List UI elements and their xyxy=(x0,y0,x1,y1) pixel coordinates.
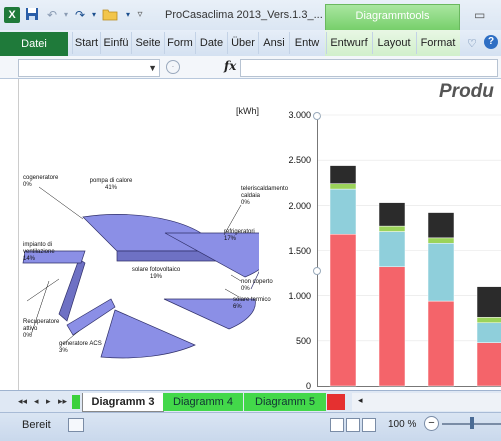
tab-developer[interactable]: Entw xyxy=(289,32,324,54)
excel-logo-icon[interactable]: X xyxy=(4,7,20,23)
bar-segment[interactable] xyxy=(329,183,357,190)
sheet-tab-diagramm-5[interactable]: Diagramm 5 xyxy=(244,393,326,411)
document-title: ProCasaclima 2013_Vers.1.3_... xyxy=(165,9,323,21)
prev-sheet-icon[interactable]: ◂ xyxy=(34,396,39,407)
tab-design[interactable]: Entwurf xyxy=(326,32,371,54)
next-sheet-icon[interactable]: ▸ xyxy=(46,396,51,407)
chart-area[interactable]: Produ [kWh] cogeneratore0% pompa di cal xyxy=(18,79,501,391)
tab-insert[interactable]: Einfü xyxy=(100,32,131,54)
bar-segment[interactable] xyxy=(427,237,455,244)
formula-input[interactable] xyxy=(240,59,498,77)
customize-toolbar-icon[interactable]: ▿ xyxy=(132,7,148,23)
bar-segment[interactable] xyxy=(427,212,455,239)
macro-record-icon[interactable] xyxy=(68,418,84,432)
formula-bar: ▼ · fx xyxy=(0,56,501,79)
status-mode: Bereit xyxy=(22,419,51,431)
bar-segment[interactable] xyxy=(378,225,406,232)
ribbon-collapse-icon[interactable]: ♡ xyxy=(467,37,477,50)
status-bar: Bereit 100 % − xyxy=(0,412,501,441)
tab-format[interactable]: Format xyxy=(416,32,459,54)
sheet-tab-next-colored[interactable] xyxy=(327,394,345,410)
tab-formulas[interactable]: Form xyxy=(164,32,195,54)
open-folder-icon[interactable] xyxy=(102,7,118,23)
bar-segment[interactable] xyxy=(427,243,455,302)
bar-segment[interactable] xyxy=(476,342,501,387)
page-break-view-icon[interactable] xyxy=(362,418,376,432)
bar-segment[interactable] xyxy=(476,322,501,343)
save-icon[interactable] xyxy=(24,7,40,23)
tab-view[interactable]: Ansi xyxy=(258,32,289,54)
sheet-tab-bar: ◂◂ ◂ ▸ ▸▸ Diagramm 3 Diagramm 4 Diagramm… xyxy=(0,390,501,413)
tab-review[interactable]: Über xyxy=(227,32,258,54)
redo-dropdown-icon[interactable]: ▾ xyxy=(86,7,102,23)
sheet-tab-diagramm-4[interactable]: Diagramm 4 xyxy=(163,393,243,411)
sheet-tab-diagramm-3[interactable]: Diagramm 3 xyxy=(82,393,164,412)
formula-options-icon[interactable]: · xyxy=(166,60,180,74)
bar-segment[interactable] xyxy=(329,233,357,387)
bar-segment[interactable] xyxy=(329,188,357,235)
bar-segment[interactable] xyxy=(476,317,501,324)
chart-tools-header: Diagrammtools xyxy=(325,4,460,30)
tab-data[interactable]: Date xyxy=(195,32,227,54)
sheet-color-marker xyxy=(72,395,80,409)
name-box[interactable]: ▼ xyxy=(18,59,160,77)
insert-function-icon[interactable]: fx xyxy=(224,59,236,73)
scroll-left-icon[interactable]: ◂ xyxy=(358,395,363,406)
zoom-slider-thumb[interactable] xyxy=(470,417,474,429)
horizontal-scrollbar[interactable]: ◂ xyxy=(352,393,501,411)
bar-segment[interactable] xyxy=(476,286,501,318)
tab-file[interactable]: Datei xyxy=(0,32,68,56)
tab-layout[interactable]: Layout xyxy=(372,32,415,54)
bar-segment[interactable] xyxy=(378,231,406,268)
bar-segment[interactable] xyxy=(378,266,406,387)
zoom-out-icon[interactable]: − xyxy=(424,416,439,431)
first-sheet-icon[interactable]: ◂◂ xyxy=(18,396,27,407)
bar-segment[interactable] xyxy=(427,300,455,387)
minimize-icon[interactable]: ▭ xyxy=(474,8,485,22)
page-layout-view-icon[interactable] xyxy=(346,418,360,432)
tab-page-layout[interactable]: Seite xyxy=(131,32,164,54)
last-sheet-icon[interactable]: ▸▸ xyxy=(58,396,67,407)
tab-start[interactable]: Start xyxy=(72,32,100,54)
stacked-bar-chart[interactable] xyxy=(19,79,501,390)
ribbon-tab-row: Datei Start Einfü Seite Form Date Über A… xyxy=(0,30,501,57)
zoom-level[interactable]: 100 % xyxy=(388,419,416,430)
name-box-dropdown-icon[interactable]: ▼ xyxy=(148,60,157,76)
bar-segment[interactable] xyxy=(329,165,357,184)
normal-view-icon[interactable] xyxy=(330,418,344,432)
bar-segment[interactable] xyxy=(378,202,406,227)
title-bar: X ↶ ▾ ↷ ▾ ▾ ▿ ProCasaclima 2013_Vers.1.3… xyxy=(0,0,501,30)
help-icon[interactable]: ? xyxy=(484,35,498,49)
